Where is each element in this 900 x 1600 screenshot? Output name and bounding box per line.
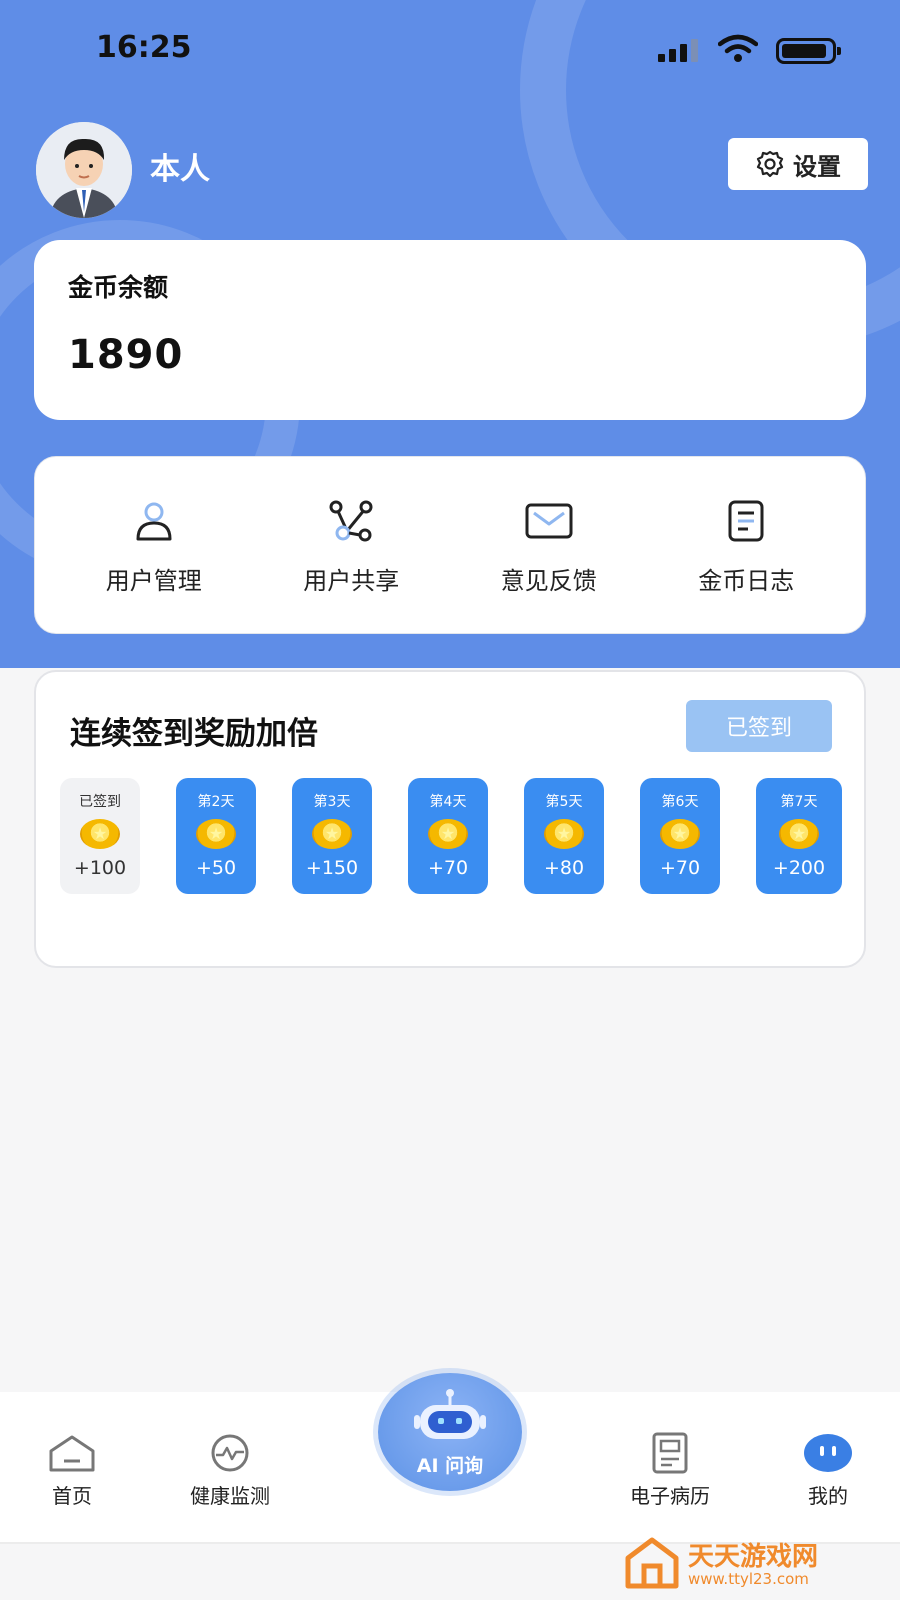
- checkin-day-4[interactable]: 第4天 +70: [408, 778, 488, 894]
- balance-label: 金币余额: [68, 273, 169, 302]
- watermark: 天天游戏网 www.ttyl23.com: [624, 1534, 884, 1594]
- tab-label: 健康监测: [190, 1484, 270, 1508]
- coin-icon: [196, 819, 236, 849]
- gear-icon: [756, 150, 784, 178]
- coin-icon: [779, 819, 819, 849]
- checkin-title: 连续签到奖励加倍: [70, 716, 318, 752]
- menu-label: 用户共享: [303, 566, 400, 595]
- tab-label: 电子病历: [630, 1484, 710, 1508]
- balance-value: 1890: [68, 332, 184, 378]
- day-label: 第5天: [545, 794, 583, 810]
- mail-icon: [523, 495, 575, 547]
- menu-label: 用户管理: [105, 566, 202, 595]
- coin-icon: [428, 819, 468, 849]
- menu-feedback[interactable]: 意见反馈: [469, 495, 629, 596]
- coin-icon: [660, 819, 700, 849]
- day-bonus: +150: [305, 857, 359, 879]
- home-icon: [2, 1430, 142, 1476]
- tab-medical-records[interactable]: 电子病历: [600, 1430, 740, 1509]
- wifi-icon: [718, 34, 758, 62]
- tab-health-monitor[interactable]: 健康监测: [160, 1430, 300, 1509]
- day-label: 第4天: [429, 794, 467, 810]
- day-bonus: +70: [427, 857, 469, 879]
- document-icon: [720, 495, 772, 547]
- day-bonus: +100: [73, 857, 127, 879]
- checkin-day-7[interactable]: 第7天 +200: [756, 778, 842, 894]
- coin-icon: [80, 819, 120, 849]
- username: 本人: [150, 152, 210, 187]
- menu-user-share[interactable]: 用户共享: [271, 495, 431, 596]
- profile-icon: [758, 1430, 898, 1476]
- robot-icon: [414, 1389, 486, 1439]
- tab-label: 首页: [52, 1484, 92, 1508]
- checkin-day-5[interactable]: 第5天 +80: [524, 778, 604, 894]
- day-bonus: +200: [772, 857, 826, 879]
- status-time: 16:25: [96, 30, 192, 65]
- checkin-card: 连续签到奖励加倍 已签到 已签到 +100 第2天 +50 第3天 +150 第…: [34, 670, 866, 968]
- watermark-brand: 天天游戏网: [688, 1542, 819, 1572]
- signal-icon: [658, 38, 702, 62]
- day-bonus: +70: [659, 857, 701, 879]
- quick-menu: 用户管理 用户共享 意见反馈 金币日志: [34, 456, 866, 634]
- menu-label: 金币日志: [698, 566, 795, 595]
- status-bar: 16:25: [0, 0, 900, 100]
- battery-icon: [776, 38, 841, 64]
- day-bonus: +80: [543, 857, 585, 879]
- day-label: 第7天: [780, 794, 818, 810]
- menu-coin-log[interactable]: 金币日志: [666, 495, 826, 596]
- settings-label: 设置: [793, 152, 841, 181]
- day-label: 第6天: [661, 794, 699, 810]
- checkin-day-1[interactable]: 已签到 +100: [60, 778, 140, 894]
- tab-label: 我的: [808, 1484, 848, 1508]
- menu-label: 意见反馈: [500, 566, 597, 595]
- settings-button[interactable]: 设置: [728, 138, 868, 190]
- heartbeat-icon: [160, 1430, 300, 1476]
- ai-consult-label: AI 问询: [416, 1455, 484, 1477]
- day-bonus: +50: [195, 857, 237, 879]
- record-icon: [600, 1430, 740, 1476]
- coin-icon: [544, 819, 584, 849]
- coin-balance-card: 金币余额 1890: [34, 240, 866, 420]
- ai-consult-button[interactable]: AI 问询: [378, 1373, 522, 1491]
- day-label: 已签到: [79, 794, 121, 810]
- avatar[interactable]: [36, 122, 132, 218]
- checkin-day-2[interactable]: 第2天 +50: [176, 778, 256, 894]
- day-label: 第2天: [197, 794, 235, 810]
- coin-icon: [312, 819, 352, 849]
- watermark-logo: [625, 1537, 679, 1589]
- day-label: 第3天: [313, 794, 351, 810]
- checkin-day-3[interactable]: 第3天 +150: [292, 778, 372, 894]
- menu-user-management[interactable]: 用户管理: [74, 495, 234, 596]
- share-icon: [325, 495, 377, 547]
- person-icon: [128, 495, 180, 547]
- avatar-image: [36, 122, 132, 218]
- tab-home[interactable]: 首页: [2, 1430, 142, 1509]
- checkin-day-6[interactable]: 第6天 +70: [640, 778, 720, 894]
- watermark-url: www.ttyl23.com: [688, 1570, 809, 1588]
- checkin-button[interactable]: 已签到: [686, 700, 832, 752]
- tab-profile[interactable]: 我的: [758, 1430, 898, 1509]
